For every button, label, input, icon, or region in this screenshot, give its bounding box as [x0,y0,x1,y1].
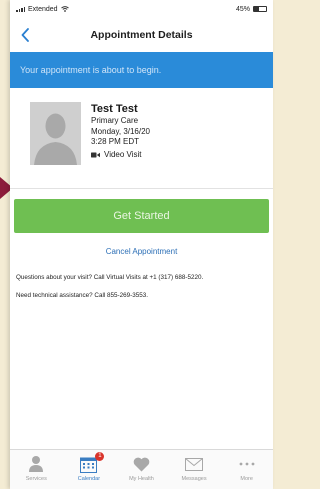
more-dots-icon [239,462,255,466]
back-button[interactable] [16,25,34,45]
visit-type: Video Visit [104,149,142,159]
page-title: Appointment Details [90,29,193,41]
wifi-icon [60,6,69,12]
tab-services[interactable]: Services [12,453,60,482]
notification-badge: 1 [95,452,105,461]
chevron-left-icon [21,28,29,42]
person-icon [29,456,44,472]
video-camera-icon [91,152,100,158]
tab-messages[interactable]: Messages [170,453,218,482]
tab-bar: Services 1 Calendar My Health Messages M… [10,449,273,489]
status-banner: Your appointment is about to begin. [10,52,273,88]
tab-label: Services [25,476,47,482]
appointment-date: Monday, 3/16/20 [91,126,151,136]
battery-icon [253,6,267,12]
tab-my-health[interactable]: My Health [117,453,165,482]
cancel-appointment-link[interactable]: Cancel Appointment [10,247,273,256]
divider [10,188,273,189]
tab-label: Messages [181,476,207,482]
tab-label: My Health [129,476,154,482]
tab-label: Calendar [77,476,101,482]
phone-screen: Extended 45% Appointment Details Your ap… [10,0,273,489]
carrier-label: Extended [28,5,58,13]
get-started-button[interactable]: Get Started [14,199,269,233]
banner-text: Your appointment is about to begin. [20,65,162,75]
department: Primary Care [91,116,139,125]
person-silhouette-icon [30,102,81,165]
tab-label: More [240,476,253,482]
visit-type-row: Video Visit [91,150,150,161]
questions-help-text: Questions about your visit? Call Virtual… [16,274,204,281]
appointment-time: 3:28 PM EDT [91,137,140,146]
navigation-bar: Appointment Details [10,18,273,52]
heart-icon [133,457,150,471]
status-bar: Extended 45% [10,0,273,18]
envelope-icon [185,457,204,471]
technical-help-text: Need technical assistance? Call 855-269-… [16,291,148,299]
battery-percent: 45% [235,5,250,13]
signal-icon [16,6,25,12]
avatar [30,102,81,165]
tab-calendar[interactable]: 1 Calendar [65,452,113,482]
appointment-card: Test Test Primary Care Monday, 3/16/20 3… [10,88,273,188]
tab-more[interactable]: More [223,453,271,482]
patient-name: Test Test [91,103,138,115]
